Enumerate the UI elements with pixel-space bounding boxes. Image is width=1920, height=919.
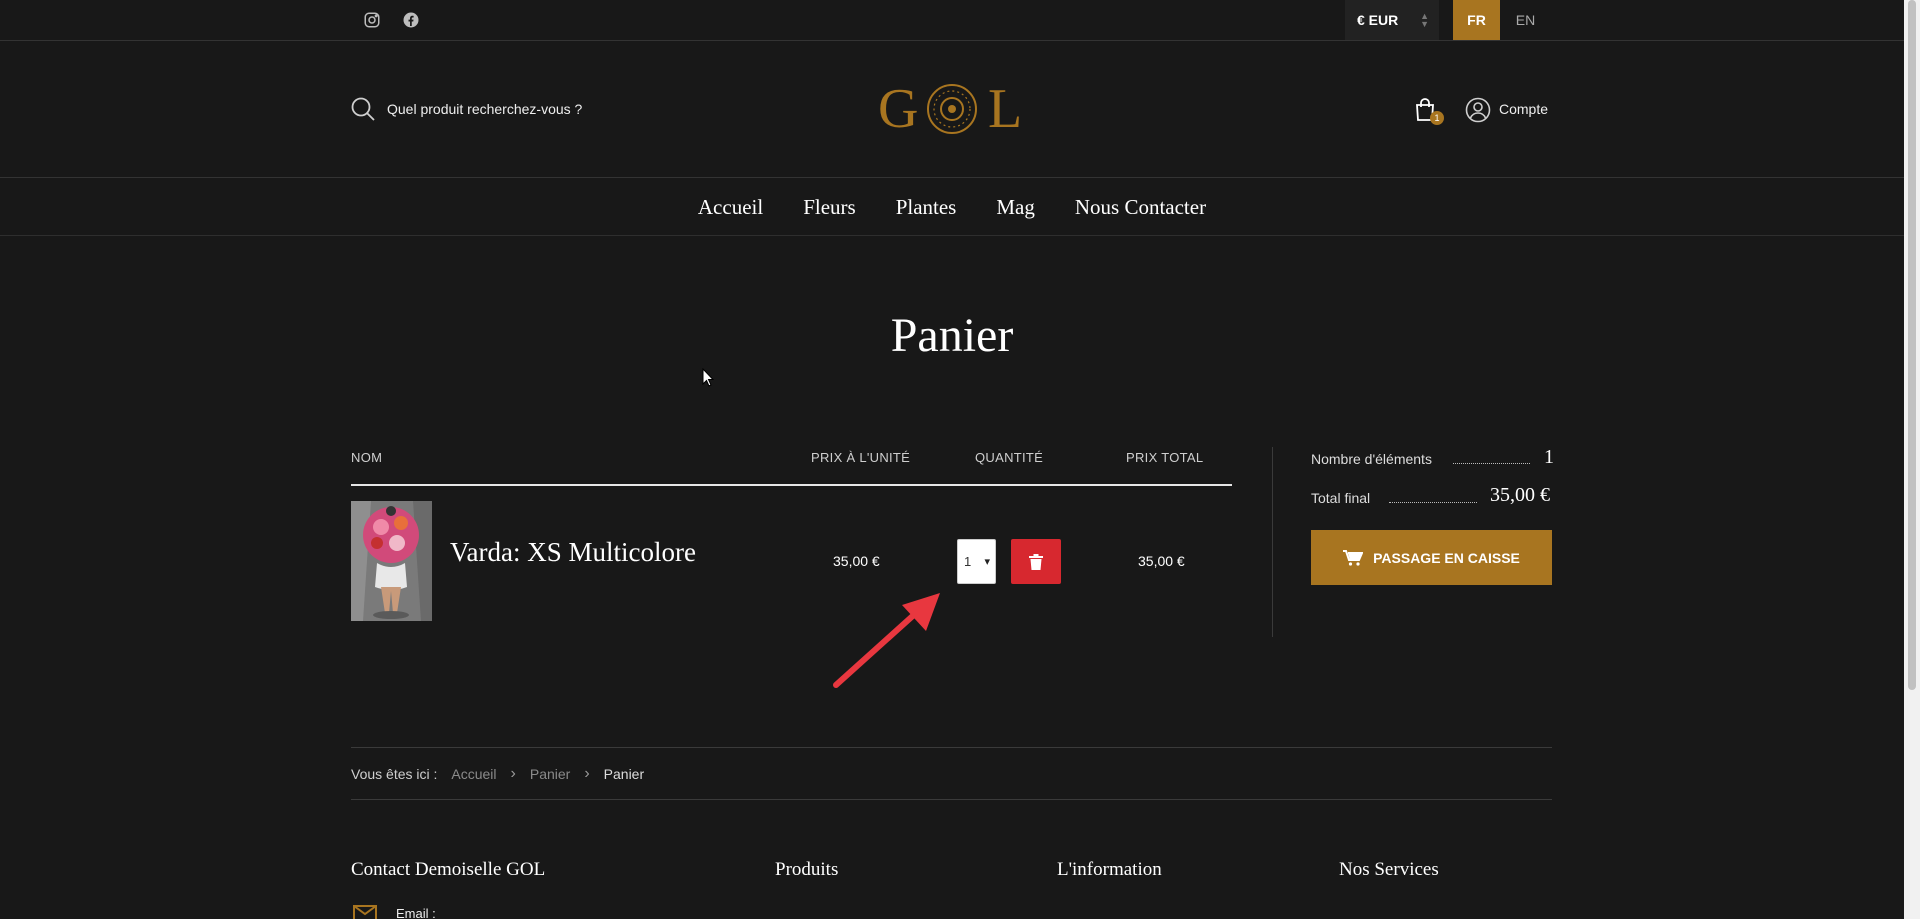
delete-item-button[interactable] [1011, 539, 1061, 584]
user-icon[interactable] [1465, 97, 1491, 123]
language-en[interactable]: EN [1502, 0, 1549, 40]
breadcrumb-bottom-rule [351, 799, 1552, 800]
breadcrumb-top-rule [351, 747, 1552, 748]
updown-icon: ▲ ▼ [1420, 11, 1429, 29]
breadcrumb-current: Panier [603, 766, 645, 782]
site-header: Quel produit recherchez-vous ? G L 1 Com… [0, 41, 1904, 178]
search-input[interactable]: Quel produit recherchez-vous ? [387, 101, 582, 117]
account-link[interactable]: Compte [1499, 101, 1548, 117]
dotted-leader [1389, 502, 1477, 503]
svg-text:L: L [988, 78, 1022, 137]
items-count-value: 1 [1544, 446, 1554, 468]
page-scrollbar[interactable] [1904, 0, 1920, 919]
breadcrumb-prefix: Vous êtes ici : [351, 766, 438, 782]
nav-item-fleurs[interactable]: Fleurs [803, 195, 856, 220]
chevron-right-icon: › [510, 765, 516, 782]
items-count-label: Nombre d'éléments [1311, 451, 1432, 467]
footer-email-label: Email : [396, 906, 436, 919]
footer-services-heading: Nos Services [1339, 859, 1439, 880]
product-photo [351, 501, 432, 621]
column-header-unit-price: PRIX À L'UNITÉ [811, 450, 911, 465]
column-header-name: NOM [351, 450, 383, 465]
product-image[interactable] [351, 501, 432, 621]
column-header-quantity: QUANTITÉ [975, 450, 1044, 465]
nav-item-mag[interactable]: Mag [996, 195, 1035, 220]
breadcrumb-item-panier[interactable]: Panier [530, 766, 570, 782]
page-title: Panier [890, 309, 1014, 362]
line-total-price: 35,00 € [1138, 553, 1185, 569]
quantity-value: 1 [964, 554, 972, 569]
dotted-leader [1453, 463, 1530, 464]
svg-text:G: G [878, 78, 918, 137]
annotation-arrow [833, 593, 940, 688]
summary-divider [1272, 447, 1273, 637]
nav-item-plantes[interactable]: Plantes [896, 195, 957, 220]
checkout-button[interactable]: PASSAGE EN CAISSE [1311, 530, 1552, 585]
trash-icon [1029, 553, 1043, 570]
checkout-label: PASSAGE EN CAISSE [1373, 549, 1520, 566]
cart-icon [1343, 549, 1364, 566]
unit-price: 35,00 € [833, 553, 880, 569]
chevron-down-icon: ▾ [984, 556, 990, 568]
breadcrumb-item-accueil[interactable]: Accueil [451, 766, 496, 782]
currency-label: € EUR [1357, 12, 1399, 28]
footer-products-heading: Produits [775, 859, 839, 880]
scrollbar-thumb[interactable] [1908, 0, 1916, 690]
top-bar: € EUR ▲ ▼ FR EN [0, 0, 1904, 41]
search-icon[interactable] [350, 96, 376, 122]
cart-count-badge: 1 [1430, 111, 1444, 125]
language-fr[interactable]: FR [1453, 0, 1500, 40]
table-header-rule [351, 484, 1232, 486]
footer-contact-heading: Contact Demoiselle GOL [351, 859, 546, 880]
footer-info-heading: L'information [1057, 859, 1162, 880]
logo-graphic: G L [878, 78, 1022, 140]
total-value: 35,00 € [1490, 484, 1550, 506]
chevron-right-icon: › [584, 765, 590, 782]
nav-item-contact[interactable]: Nous Contacter [1075, 195, 1206, 220]
product-name[interactable]: Varda: XS Multicolore [450, 537, 696, 568]
facebook-icon[interactable] [402, 11, 420, 29]
mail-icon [353, 905, 377, 919]
quantity-select[interactable]: 1 ▾ [957, 539, 996, 584]
nav-item-accueil[interactable]: Accueil [698, 195, 763, 220]
instagram-icon[interactable] [363, 11, 381, 29]
mouse-cursor-icon [702, 368, 714, 387]
site-logo[interactable]: G L [878, 77, 1024, 140]
currency-select[interactable]: € EUR ▲ ▼ [1345, 0, 1439, 40]
breadcrumb: Vous êtes ici : Accueil › Panier › Panie… [351, 765, 644, 783]
column-header-total-price: PRIX TOTAL [1126, 450, 1204, 465]
main-nav: Accueil Fleurs Plantes Mag Nous Contacte… [0, 179, 1904, 236]
total-label: Total final [1311, 490, 1371, 506]
